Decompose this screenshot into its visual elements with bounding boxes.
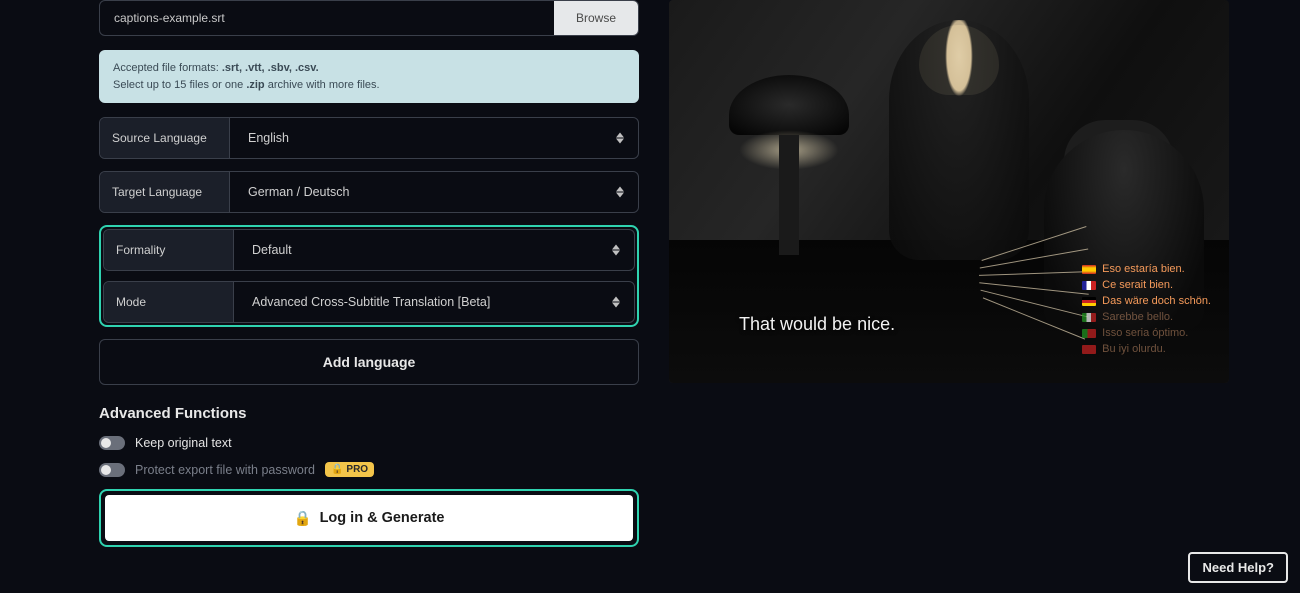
formality-value: Default [234,230,634,270]
formality-select[interactable]: Formality Default [103,229,635,271]
preview-translations: Eso estaría bien. Ce serait bien. Das wä… [1082,263,1211,355]
info-line2-prefix: Select up to 15 files or one [113,79,246,91]
info-line1-formats: .srt, .vtt, .sbv, .csv. [222,62,319,74]
browse-button[interactable]: Browse [554,1,638,35]
info-line2-suffix: archive with more files. [265,79,380,91]
advanced-functions-title: Advanced Functions [99,405,639,422]
info-line2-bold: .zip [246,79,264,91]
protect-password-label: Protect export file with password [135,463,315,477]
keep-original-toggle[interactable] [99,436,125,450]
login-generate-button[interactable]: 🔒 Log in & Generate [105,495,633,541]
need-help-button[interactable]: Need Help? [1188,552,1288,583]
flag-tr-icon [1082,345,1096,354]
translation-pt: Isso seria óptimo. [1082,327,1211,339]
lock-icon: 🔒 [294,510,312,527]
translation-fr: Ce serait bien. [1082,279,1211,291]
add-language-button[interactable]: Add language [99,339,639,385]
mode-label: Mode [104,282,234,322]
keep-original-label: Keep original text [135,436,232,450]
lock-icon: 🔒 [331,464,343,475]
translation-de: Das wäre doch schön. [1082,295,1211,307]
target-language-value: German / Deutsch [230,172,638,212]
select-arrows-icon [616,187,624,198]
protect-password-row: Protect export file with password 🔒 PRO [99,462,639,477]
select-arrows-icon [612,297,620,308]
mode-select[interactable]: Mode Advanced Cross-Subtitle Translation… [103,281,635,323]
file-name: captions-example.srt [100,1,554,35]
flag-pt-icon [1082,329,1096,338]
file-input-row: captions-example.srt Browse [99,0,639,36]
source-language-value: English [230,118,638,158]
source-language-label: Source Language [100,118,230,158]
keep-original-row: Keep original text [99,436,639,450]
protect-password-toggle[interactable] [99,463,125,477]
translation-es: Eso estaría bien. [1082,263,1211,275]
info-line1-prefix: Accepted file formats: [113,62,222,74]
translation-tr: Bu iyi olurdu. [1082,343,1211,355]
formality-label: Formality [104,230,234,270]
select-arrows-icon [612,245,620,256]
source-language-select[interactable]: Source Language English [99,117,639,159]
translation-it: Sarebbe bello. [1082,311,1211,323]
preview-caption: That would be nice. [739,314,895,335]
generate-highlight: 🔒 Log in & Generate [99,489,639,547]
highlighted-options-group: Formality Default Mode Advanced Cross-Su… [99,225,639,327]
flag-de-icon [1082,297,1096,306]
preview-image: That would be nice. Eso estaría bien. Ce… [669,0,1229,383]
mode-value: Advanced Cross-Subtitle Translation [Bet… [234,282,634,322]
target-language-label: Target Language [100,172,230,212]
accepted-formats-info: Accepted file formats: .srt, .vtt, .sbv,… [99,50,639,103]
pro-badge: 🔒 PRO [325,462,374,477]
flag-es-icon [1082,265,1096,274]
flag-fr-icon [1082,281,1096,290]
target-language-select[interactable]: Target Language German / Deutsch [99,171,639,213]
flag-it-icon [1082,313,1096,322]
select-arrows-icon [616,133,624,144]
